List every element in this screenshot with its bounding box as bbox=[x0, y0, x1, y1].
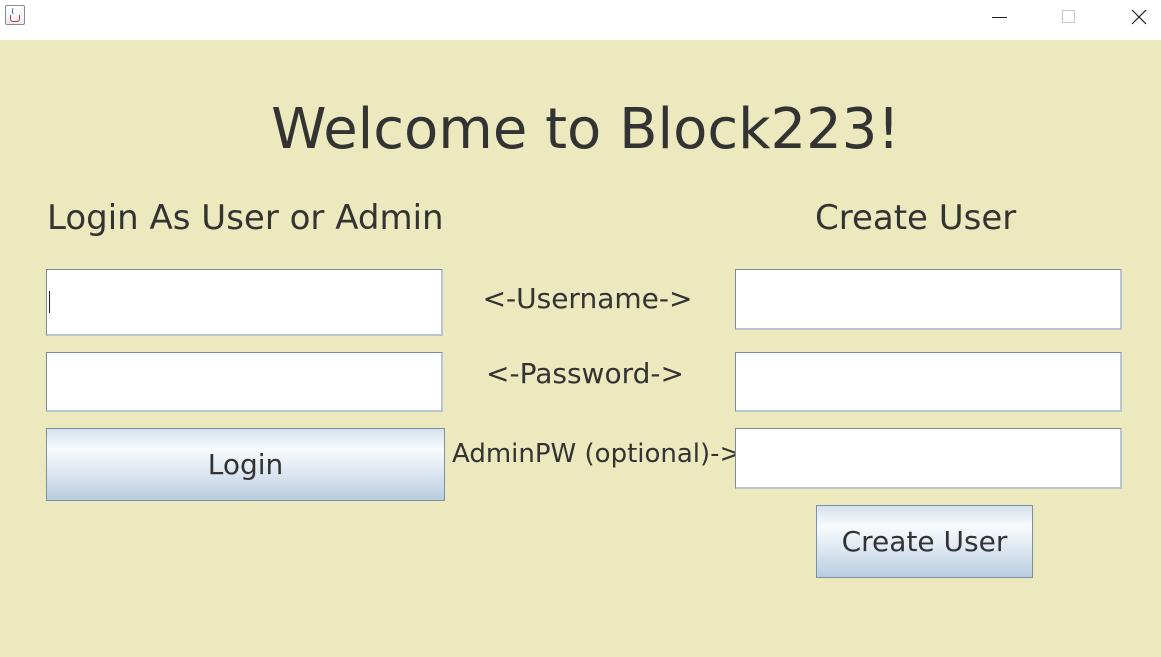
admin-password-input[interactable] bbox=[735, 428, 1122, 489]
create-user-button[interactable]: Create User bbox=[816, 505, 1033, 578]
minimize-icon[interactable] bbox=[976, 0, 1022, 34]
login-button[interactable]: Login bbox=[46, 428, 445, 501]
close-icon[interactable] bbox=[1116, 0, 1161, 34]
login-heading: Login As User or Admin bbox=[47, 198, 444, 238]
create-user-button-label: Create User bbox=[841, 525, 1008, 558]
create-user-heading: Create User bbox=[815, 198, 1017, 238]
app-window: Welcome to Block223! Login As User or Ad… bbox=[0, 0, 1161, 657]
create-password-input[interactable] bbox=[735, 352, 1122, 412]
title-bar[interactable] bbox=[0, 0, 1161, 40]
login-button-label: Login bbox=[207, 448, 284, 481]
password-label: <-Password-> bbox=[486, 357, 684, 390]
page-title: Welcome to Block223! bbox=[271, 97, 900, 162]
java-cup-icon[interactable] bbox=[5, 5, 25, 25]
create-username-input[interactable] bbox=[735, 269, 1122, 330]
login-username-wrapper bbox=[46, 269, 443, 336]
login-password-input[interactable] bbox=[46, 352, 443, 412]
login-username-input[interactable] bbox=[46, 269, 443, 336]
maximize-icon[interactable] bbox=[1046, 0, 1092, 34]
username-label: <-Username-> bbox=[482, 282, 693, 315]
text-caret bbox=[49, 291, 50, 313]
admin-password-label: AdminPW (optional)-> bbox=[452, 439, 742, 469]
